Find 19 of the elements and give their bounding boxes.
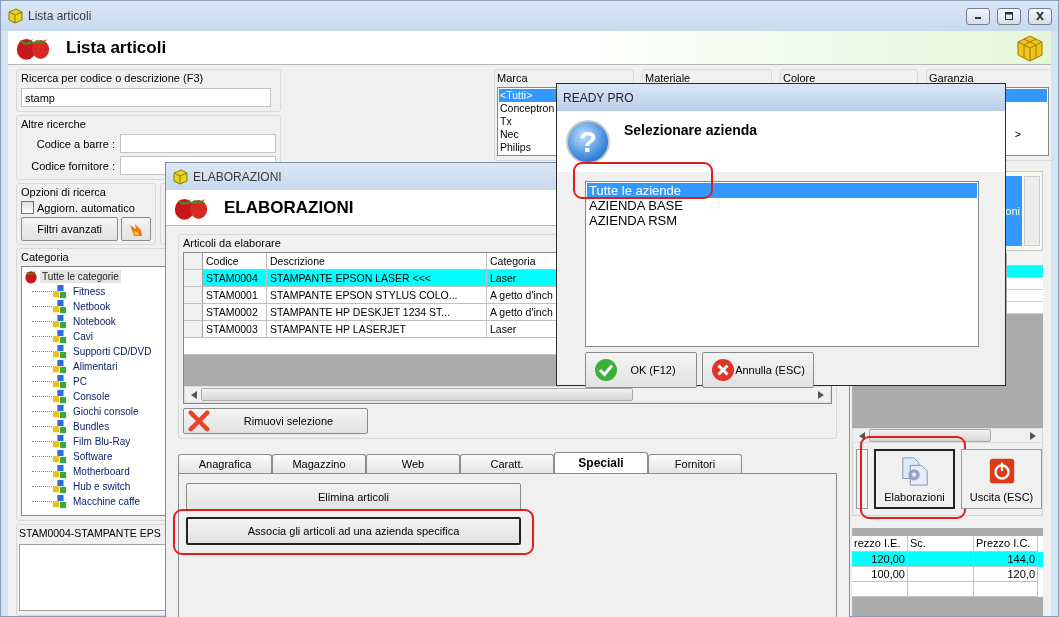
checkbox-label: Aggiorn. automatico	[37, 201, 135, 214]
group-label: Garanzia	[929, 71, 974, 85]
group-label: Materiale	[645, 71, 691, 85]
group-label: Marca	[497, 71, 528, 85]
group-label: STAM0004-STAMPANTE EPS	[19, 526, 161, 540]
window-title: ELABORAZIONI	[193, 169, 282, 184]
page-title: Lista articoli	[66, 37, 167, 58]
field-label: Codice a barre :	[36, 137, 115, 150]
page-title: ELABORAZIONI	[224, 197, 354, 218]
dialog-message: Selezionare azienda	[624, 122, 758, 138]
group-label: Categoria	[21, 250, 69, 264]
question-icon: ?	[566, 120, 610, 164]
group-label: Opzioni di ricerca	[21, 185, 106, 199]
group-label: Altre ricerche	[21, 117, 86, 131]
group-label: Ricerca per codice o descrizione (F3)	[21, 71, 204, 85]
field-label: Codice fornitore :	[31, 159, 115, 172]
window-title: Lista articoli	[28, 9, 92, 23]
group-label: Colore	[783, 71, 816, 85]
group-label: Articoli da elaborare	[183, 236, 281, 250]
